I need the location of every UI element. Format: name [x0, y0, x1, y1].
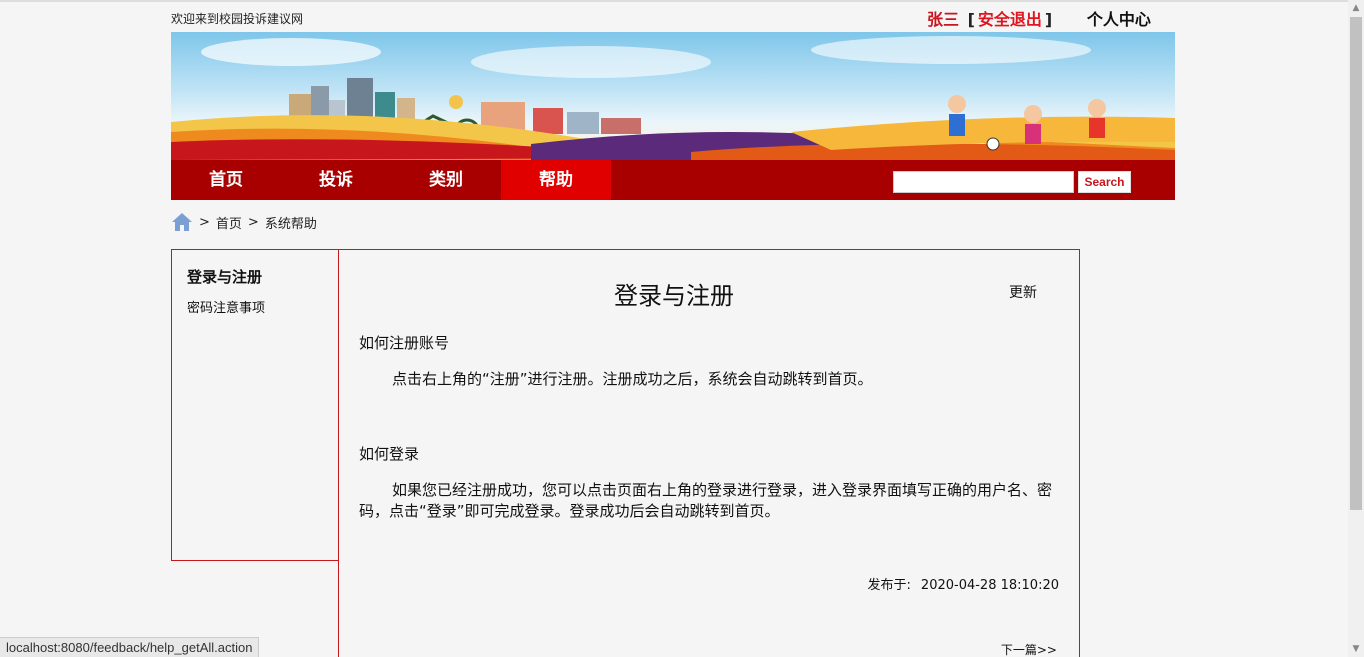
browser-status-bar: localhost:8080/feedback/help_getAll.acti… [0, 637, 260, 657]
page: 欢迎来到校园投诉建议网 张三 [安全退出] 个人中心 首页 投诉 类别 帮助 S… [0, 0, 1348, 657]
nav-item-category[interactable]: 类别 [391, 160, 501, 200]
breadcrumb-current: 系统帮助 [264, 216, 317, 232]
faq-question: 如何登录 [359, 445, 420, 463]
home-icon[interactable] [171, 211, 193, 233]
scroll-down-arrow-icon[interactable]: ▼ [1348, 641, 1364, 657]
bracket-open: [ [967, 10, 975, 29]
banner-image [171, 32, 1175, 160]
update-link[interactable]: 更新 [1009, 282, 1037, 302]
faq-answer: 点击右上角的“注册”进行注册。注册成功之后，系统会自动跳转到首页。 [392, 370, 873, 388]
banner-illustration [171, 36, 1175, 160]
scroll-thumb[interactable] [1350, 17, 1362, 510]
search-input[interactable] [893, 171, 1074, 193]
article-panel: 登录与注册 更新 如何注册账号 点击右上角的“注册”进行注册。注册成功之后，系统… [338, 249, 1080, 657]
scroll-up-arrow-icon[interactable]: ▲ [1348, 0, 1364, 16]
sidebar-title[interactable]: 登录与注册 [187, 266, 262, 287]
user-name: 张三 [927, 10, 960, 29]
sidebar-item-password-notes[interactable]: 密码注意事项 [187, 297, 265, 316]
bracket-close: ] [1044, 10, 1053, 29]
breadcrumb-home-link[interactable]: 首页 [216, 213, 242, 232]
article-title: 登录与注册 [614, 282, 734, 310]
user-bar: 张三 [安全退出] 个人中心 [927, 6, 1151, 30]
top-divider [0, 0, 1348, 2]
search-button[interactable]: Search [1078, 171, 1131, 193]
sidebar: 登录与注册 密码注意事项 [171, 249, 339, 561]
faq-question: 如何注册账号 [359, 334, 450, 352]
vertical-scrollbar[interactable]: ▲ ▼ [1348, 0, 1364, 657]
welcome-text: 欢迎来到校园投诉建议网 [171, 12, 304, 26]
breadcrumb: > 首页 > 系统帮助 [171, 211, 317, 233]
breadcrumb-separator: > [247, 214, 259, 230]
next-article-link[interactable]: 下一篇>> [1001, 641, 1057, 657]
nav-item-home[interactable]: 首页 [171, 160, 281, 200]
publish-label: 发布于: [867, 578, 911, 593]
user-center-link[interactable]: 个人中心 [1087, 10, 1151, 29]
main-nav: 首页 投诉 类别 帮助 Search [171, 160, 1175, 200]
publish-info: 发布于: 2020-04-28 18:10:20 [868, 574, 1059, 593]
nav-item-help[interactable]: 帮助 [501, 160, 611, 200]
nav-item-complaint[interactable]: 投诉 [281, 160, 391, 200]
breadcrumb-separator: > [199, 214, 210, 230]
logout-link[interactable]: 安全退出 [978, 10, 1042, 29]
publish-time: 2020-04-28 18:10:20 [920, 578, 1059, 593]
faq-answer: 如果您已经注册成功，您可以点击页面右上角的登录进行登录，进入登录界面填写正确的用… [359, 481, 1053, 520]
